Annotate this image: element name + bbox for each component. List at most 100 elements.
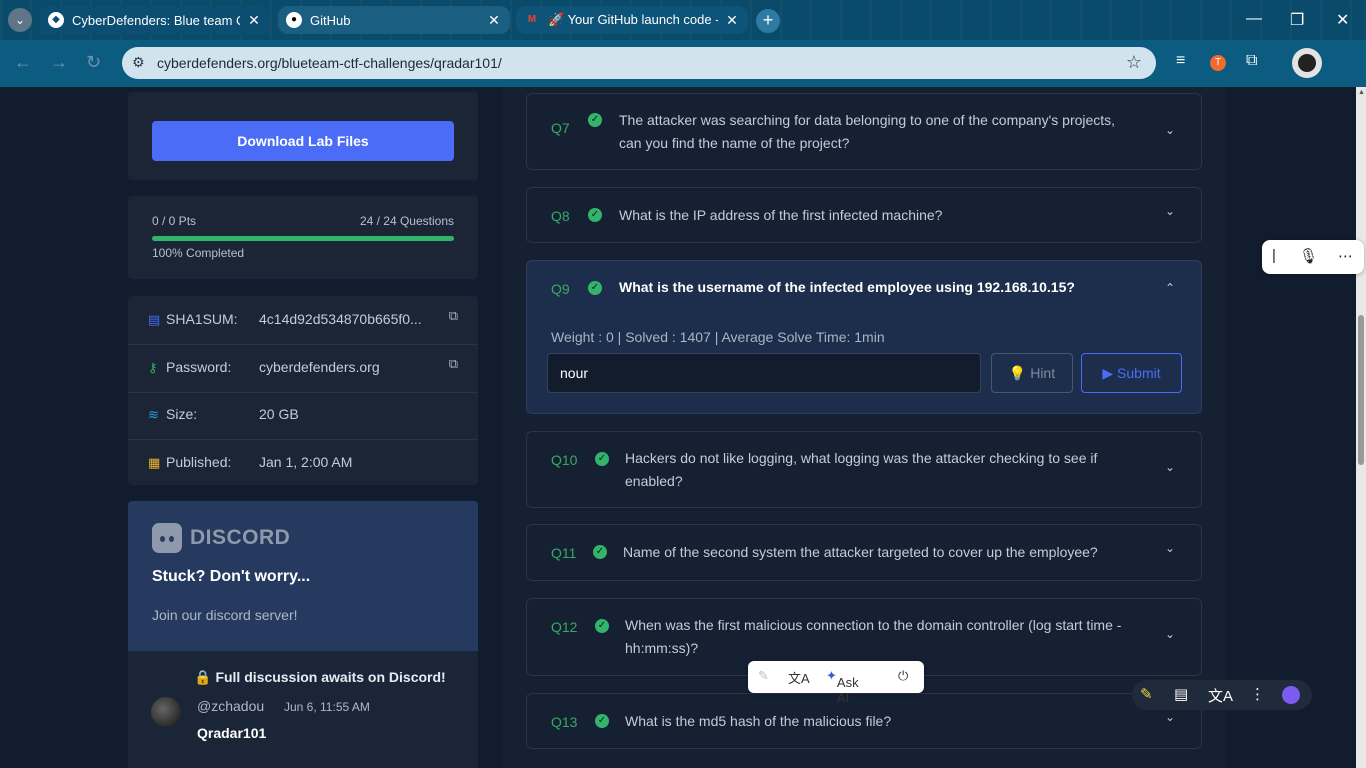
progress-bar-fill [152, 236, 454, 241]
key-icon: ⚷ [148, 360, 158, 375]
question-q7[interactable]: Q7 ✓ The attacker was searching for data… [526, 93, 1202, 170]
questions-count: 24 / 24 Questions [359, 214, 454, 228]
meta-value: 20 GB [259, 406, 299, 422]
reading-list-icon[interactable]: ≡ [1176, 52, 1185, 70]
discord-message-date: Jun 6, 11:55 AM [284, 700, 370, 714]
question-text: What is the IP address of the first infe… [619, 207, 943, 223]
question-text: What is the md5 hash of the malicious fi… [625, 713, 892, 729]
translate-icon[interactable]: 文A [788, 668, 810, 687]
question-q8[interactable]: Q8 ✓ What is the IP address of the first… [526, 187, 1202, 243]
copy-icon[interactable]: ⧉ [449, 356, 458, 372]
full-discussion-link[interactable]: 🔒 Full discussion awaits on Discord! [194, 669, 446, 686]
extension-icon[interactable]: T [1210, 55, 1226, 71]
file-icon: ▤ [148, 312, 161, 327]
translate-icon[interactable]: 文A [1208, 685, 1233, 706]
tab-github[interactable]: ● GitHub ✕ [278, 6, 510, 34]
discord-join-text: Join our discord server! [152, 607, 298, 623]
ask-ai-button[interactable]: ✦ Ask AI [826, 668, 859, 705]
drag-handle-icon[interactable]: | [1272, 247, 1276, 264]
page-content: Download Lab Files 0 / 0 Pts 24 / 24 Que… [0, 87, 1356, 768]
notes-icon[interactable]: ▤ [1174, 685, 1188, 703]
tab-gmail[interactable]: M 🚀 Your GitHub launch code - ( ✕ [516, 6, 748, 34]
chevron-up-icon[interactable]: ⌃ [1165, 281, 1175, 295]
check-icon: ✓ [588, 208, 602, 222]
back-icon[interactable]: ← [14, 52, 32, 73]
chevron-down-icon[interactable]: ⌄ [1165, 710, 1175, 724]
database-icon: ≋ [148, 407, 159, 422]
chevron-down-icon[interactable]: ⌄ [1165, 204, 1175, 218]
meta-value: cyberdefenders.org [259, 359, 380, 375]
question-text: The attacker was searching for data belo… [619, 112, 1116, 151]
question-number: Q12 [551, 619, 578, 635]
copy-icon[interactable]: ⧉ [449, 308, 458, 324]
more-vertical-icon[interactable]: ⋮ [1250, 685, 1265, 703]
bulb-icon: 💡 [1008, 365, 1027, 381]
tab-close-icon[interactable]: ✕ [486, 12, 502, 29]
check-icon: ✓ [595, 452, 609, 466]
completed-text: 100% Completed [152, 246, 245, 260]
meta-row-sha1: ▤ SHA1SUM: 4c14d92d534870b665f0... ⧉ [128, 296, 478, 345]
discord-wordmark: DISCORD [190, 526, 291, 549]
meta-label: Password: [166, 359, 232, 375]
tab-title: 🚀 Your GitHub launch code - ( [548, 12, 718, 27]
check-icon: ✓ [595, 619, 609, 633]
question-number: Q10 [551, 452, 578, 468]
chevron-down-icon[interactable]: ⌄ [1165, 541, 1175, 555]
check-icon: ✓ [588, 113, 602, 127]
highlighter-icon[interactable]: ✎ [758, 668, 769, 684]
cyberdefenders-favicon-icon: ◆ [48, 12, 64, 28]
url-text[interactable]: cyberdefenders.org/blueteam-ctf-challeng… [157, 55, 502, 71]
meta-value: Jan 1, 2:00 AM [259, 454, 353, 470]
power-icon[interactable]: ⏻ [898, 668, 908, 684]
download-card: Download Lab Files [128, 92, 478, 180]
answer-input[interactable]: nour [547, 353, 981, 393]
page-scrollbar[interactable]: ▲ [1356, 87, 1366, 768]
meta-label: Size: [166, 406, 198, 422]
minimize-icon[interactable]: — [1246, 10, 1262, 28]
tab-close-icon[interactable]: ✕ [246, 12, 262, 29]
chevron-down-icon[interactable]: ⌄ [1165, 627, 1175, 641]
more-icon[interactable]: ⋯ [1338, 247, 1353, 265]
restore-icon[interactable]: ❐ [1290, 10, 1304, 30]
question-number: Q7 [551, 120, 570, 136]
chevron-down-icon[interactable]: ⌄ [1165, 123, 1175, 137]
question-number: Q9 [551, 281, 570, 297]
submit-button[interactable]: ▶ Submit [1081, 353, 1182, 393]
tab-cyberdefenders[interactable]: ◆ CyberDefenders: Blue team CTF ✕ [40, 6, 270, 34]
bookmark-star-icon[interactable]: ☆ [1126, 52, 1142, 73]
scroll-up-icon[interactable]: ▲ [1358, 89, 1365, 96]
question-stats: Weight : 0 | Solved : 1407 | Average Sol… [551, 329, 885, 345]
scrollbar-thumb[interactable] [1358, 315, 1364, 465]
question-q9[interactable]: Q9 ✓ What is the username of the infecte… [526, 260, 1202, 414]
extensions-puzzle-icon[interactable]: ⧉ [1246, 52, 1257, 70]
discord-header[interactable]: DISCORD Stuck? Don't worry... Join our d… [128, 501, 478, 651]
chevron-down-icon[interactable]: ⌄ [1165, 460, 1175, 474]
assistant-bubble-icon[interactable] [1282, 686, 1300, 704]
tab-close-icon[interactable]: ✕ [724, 12, 740, 29]
hint-button[interactable]: 💡 Hint [991, 353, 1073, 393]
check-icon: ✓ [595, 714, 609, 728]
tab-search-button[interactable]: ⌄ [8, 8, 32, 32]
question-q10[interactable]: Q10 ✓ Hackers do not like logging, what … [526, 431, 1202, 508]
progress-card: 0 / 0 Pts 24 / 24 Questions 100% Complet… [128, 196, 478, 279]
reload-icon[interactable]: ↻ [86, 52, 101, 73]
check-icon: ✓ [588, 281, 602, 295]
site-info-icon[interactable]: ⚙ [132, 54, 145, 71]
address-bar[interactable]: ⚙ cyberdefenders.org/blueteam-ctf-challe… [122, 47, 1156, 79]
browser-toolbar: ← → ↻ ⚙ cyberdefenders.org/blueteam-ctf-… [0, 40, 1366, 87]
forward-icon[interactable]: → [50, 52, 68, 73]
discord-card: DISCORD Stuck? Don't worry... Join our d… [128, 501, 478, 768]
question-q13[interactable]: Q13 ✓ What is the md5 hash of the malici… [526, 693, 1202, 749]
question-text: Hackers do not like logging, what loggin… [625, 450, 1098, 489]
discord-username: @zchadou [197, 698, 265, 714]
new-tab-button[interactable]: + [756, 9, 780, 33]
meta-label: SHA1SUM: [166, 311, 238, 327]
close-window-icon[interactable]: ✕ [1336, 10, 1349, 30]
question-q11[interactable]: Q11 ✓ Name of the second system the atta… [526, 524, 1202, 581]
tab-bar: ⌄ ◆ CyberDefenders: Blue team CTF ✕ ● Gi… [0, 0, 1366, 40]
question-number: Q8 [551, 208, 570, 224]
download-lab-files-button[interactable]: Download Lab Files [152, 121, 454, 161]
microphone-icon[interactable]: 🎙 [1299, 247, 1318, 265]
highlighter-icon[interactable]: ✎ [1140, 685, 1153, 703]
profile-avatar[interactable] [1292, 48, 1322, 78]
